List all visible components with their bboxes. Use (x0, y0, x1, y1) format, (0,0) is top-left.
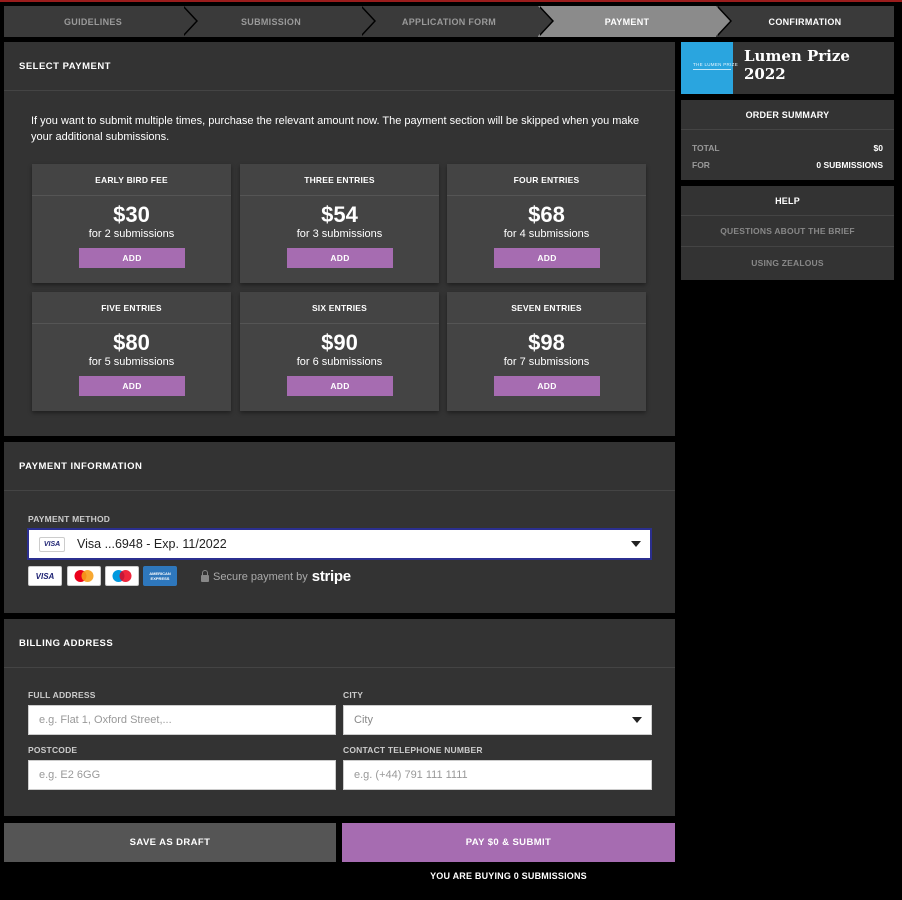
buying-summary-text: YOU ARE BUYING 0 SUBMISSIONS (430, 871, 587, 881)
step-payment[interactable]: PAYMENT (538, 6, 732, 37)
price-option-card: EARLY BIRD FEE $30 for 2 submissions ADD (32, 164, 231, 283)
save-as-draft-button[interactable]: SAVE AS DRAFT (4, 823, 336, 862)
help-title: HELP (681, 186, 894, 216)
prize-header: THE LUMEN PRIZE Lumen Prize 2022 (681, 42, 894, 94)
mastercard-circles-icon (74, 570, 94, 582)
lock-icon (201, 569, 209, 582)
option-price: $80 (113, 330, 150, 355)
add-button[interactable]: ADD (287, 248, 393, 268)
panel-title: BILLING ADDRESS (4, 619, 675, 668)
secure-text: Secure payment by (213, 570, 308, 583)
payment-method-value: Visa ...6948 - Exp. 11/2022 (77, 537, 227, 551)
option-price: $98 (528, 330, 565, 355)
option-name: THREE ENTRIES (240, 164, 439, 196)
select-payment-panel: SELECT PAYMENT If you want to submit mul… (4, 42, 675, 436)
mastercard-logo-icon (67, 566, 101, 586)
option-submissions: for 3 submissions (296, 228, 383, 240)
for-label: FOR (692, 160, 710, 170)
city-label: CITY (343, 690, 364, 700)
postcode-label: POSTCODE (28, 745, 78, 755)
option-submissions: for 2 submissions (88, 228, 175, 240)
step-submission[interactable]: SUBMISSION (182, 6, 376, 37)
option-submissions: for 7 submissions (503, 356, 590, 368)
price-option-card: THREE ENTRIES $54 for 3 submissions ADD (240, 164, 439, 283)
maestro-logo-icon (105, 566, 139, 586)
for-row: FOR 0 SUBMISSIONS (692, 160, 883, 170)
amex-logo-icon: AMERICAN EXPRESS (143, 566, 177, 586)
step-confirmation[interactable]: CONFIRMATION (716, 6, 894, 37)
pay-and-submit-button[interactable]: PAY $0 & SUBMIT (342, 823, 675, 862)
add-button[interactable]: ADD (494, 248, 600, 268)
intro-text: If you want to submit multiple times, pu… (31, 115, 640, 143)
visa-card-icon: VISA (39, 536, 65, 552)
panel-title: PAYMENT INFORMATION (4, 442, 675, 491)
prize-title: Lumen Prize 2022 (744, 47, 850, 83)
order-summary-title: ORDER SUMMARY (681, 100, 894, 130)
price-option-card: SEVEN ENTRIES $98 for 7 submissions ADD (447, 292, 646, 411)
total-label: TOTAL (692, 143, 720, 153)
step-application-form[interactable]: APPLICATION FORM (360, 6, 554, 37)
step-label: APPLICATION FORM (401, 16, 497, 27)
secure-payment-note: Secure payment by stripe (201, 568, 351, 585)
add-button[interactable]: ADD (287, 376, 393, 396)
phone-label: CONTACT TELEPHONE NUMBER (343, 745, 483, 755)
prize-thumbnail: THE LUMEN PRIZE (681, 42, 738, 94)
option-price: $68 (528, 202, 565, 227)
option-name: SEVEN ENTRIES (447, 292, 646, 324)
option-name: FIVE ENTRIES (32, 292, 231, 324)
payment-method-label: PAYMENT METHOD (28, 514, 111, 524)
help-link-using-zealous[interactable]: USING ZEALOUS (681, 247, 894, 278)
order-summary-panel: ORDER SUMMARY TOTAL $0 FOR 0 SUBMISSIONS (681, 100, 894, 180)
step-label: PAYMENT (604, 16, 650, 27)
option-price: $90 (321, 330, 358, 355)
option-price: $54 (321, 202, 358, 227)
option-submissions: for 4 submissions (503, 228, 590, 240)
step-label: CONFIRMATION (768, 16, 842, 27)
postcode-input[interactable] (28, 760, 336, 790)
price-option-card: FOUR ENTRIES $68 for 4 submissions ADD (447, 164, 646, 283)
total-value: $0 (873, 143, 883, 153)
step-guidelines[interactable]: GUIDELINES (4, 6, 198, 37)
full-address-label: FULL ADDRESS (28, 690, 96, 700)
thumbnail-caption: THE LUMEN PRIZE (693, 62, 739, 67)
option-name: SIX ENTRIES (240, 292, 439, 324)
option-name: EARLY BIRD FEE (32, 164, 231, 196)
top-accent-line (0, 0, 902, 2)
visa-logo-icon: VISA (28, 566, 62, 586)
progress-steps: GUIDELINES SUBMISSION APPLICATION FORM P… (4, 6, 894, 37)
payment-method-select[interactable]: VISA Visa ...6948 - Exp. 11/2022 (27, 528, 652, 560)
step-label: SUBMISSION (240, 16, 301, 27)
for-value: 0 SUBMISSIONS (816, 160, 883, 170)
option-submissions: for 5 submissions (88, 356, 175, 368)
chevron-down-icon (632, 717, 642, 723)
add-button[interactable]: ADD (494, 376, 600, 396)
add-button[interactable]: ADD (79, 376, 185, 396)
step-label: GUIDELINES (63, 16, 122, 27)
option-price: $30 (113, 202, 150, 227)
city-select[interactable]: City (343, 705, 652, 735)
option-submissions: for 6 submissions (296, 356, 383, 368)
panel-title: SELECT PAYMENT (4, 42, 675, 91)
chevron-down-icon (631, 541, 641, 547)
option-name: FOUR ENTRIES (447, 164, 646, 196)
total-row: TOTAL $0 (692, 143, 883, 153)
city-value: City (354, 714, 373, 726)
price-option-card: FIVE ENTRIES $80 for 5 submissions ADD (32, 292, 231, 411)
add-button[interactable]: ADD (79, 248, 185, 268)
stripe-logo: stripe (311, 568, 351, 585)
help-link-questions[interactable]: QUESTIONS ABOUT THE BRIEF (681, 216, 894, 247)
phone-input[interactable] (343, 760, 652, 790)
help-panel: HELP QUESTIONS ABOUT THE BRIEF USING ZEA… (681, 186, 894, 280)
price-option-card: SIX ENTRIES $90 for 6 submissions ADD (240, 292, 439, 411)
full-address-input[interactable] (28, 705, 336, 735)
maestro-circles-icon (112, 570, 132, 582)
